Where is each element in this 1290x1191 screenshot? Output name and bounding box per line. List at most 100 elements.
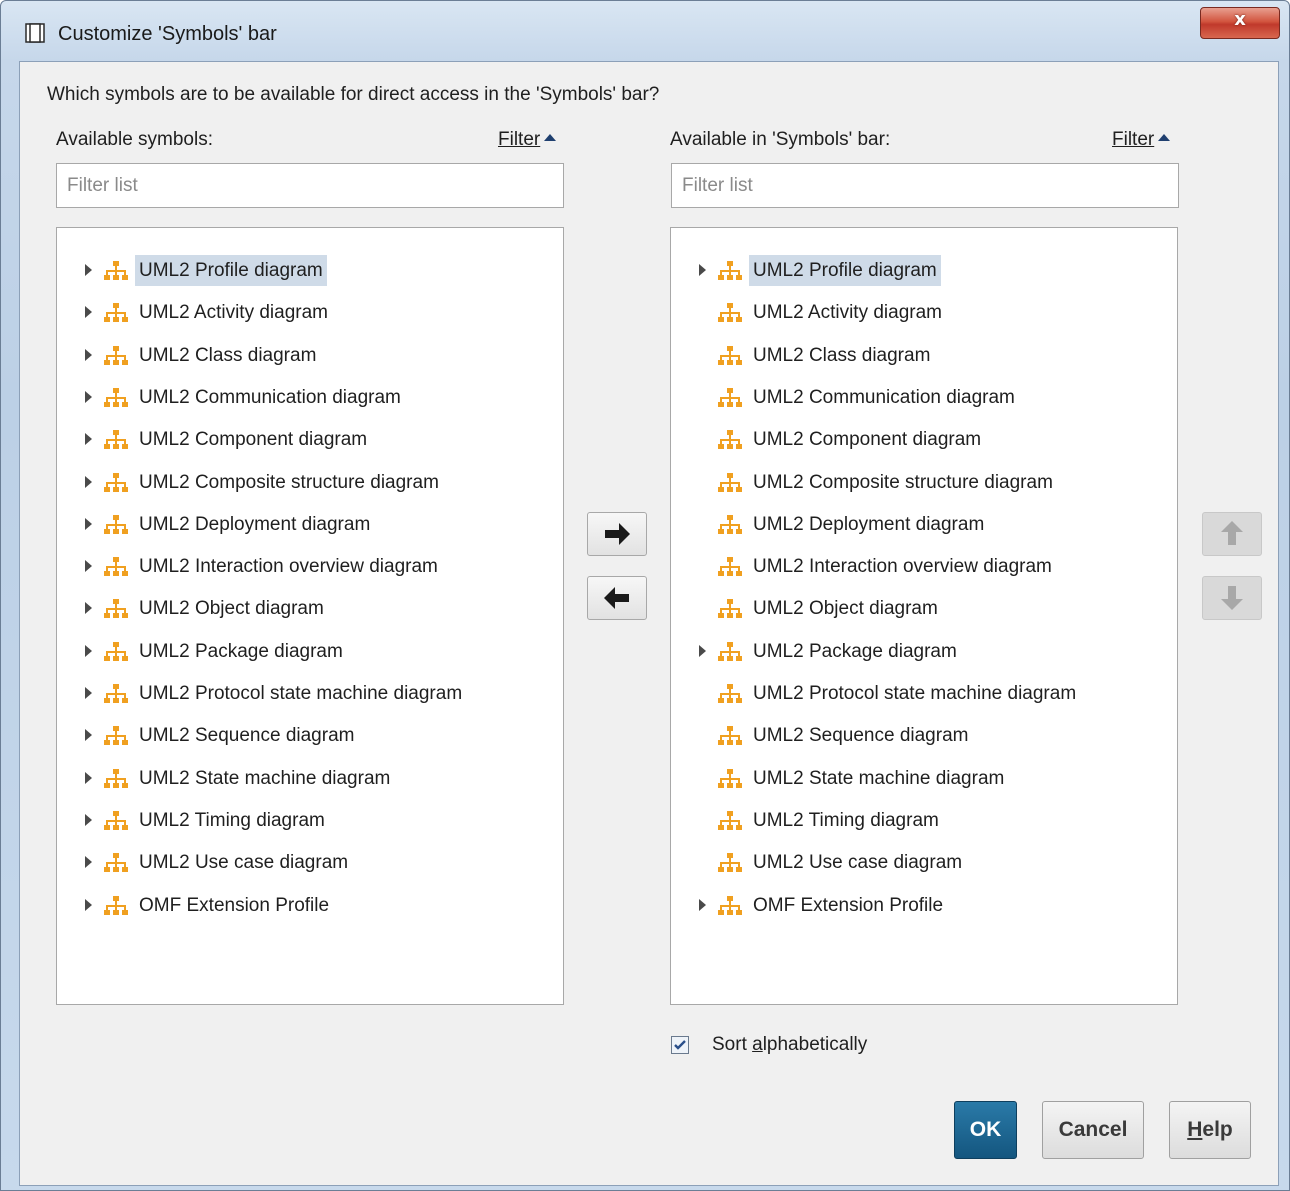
expand-triangle-icon[interactable]: [85, 560, 92, 573]
left-filter-input[interactable]: [56, 163, 564, 208]
tree-item[interactable]: UML2 Timing diagram: [671, 802, 1177, 838]
expand-triangle-icon[interactable]: [85, 517, 92, 530]
tree-item[interactable]: UML2 Protocol state machine diagram: [57, 675, 563, 711]
expand-triangle-icon[interactable]: [699, 644, 706, 657]
add-to-bar-button[interactable]: [587, 512, 647, 556]
tree-item[interactable]: UML2 State machine diagram: [671, 760, 1177, 796]
diagram-hierarchy-icon: [718, 853, 742, 873]
tree-item[interactable]: OMF Extension Profile: [57, 887, 563, 923]
available-in-bar-tree[interactable]: UML2 Profile diagram UML2 Activity diagra…: [670, 227, 1178, 1005]
diagram-hierarchy-icon: [104, 557, 128, 577]
title-bar[interactable]: Customize 'Symbols' bar x: [1, 1, 1289, 63]
sort-alphabetically-label[interactable]: Sort alphabetically: [712, 1034, 867, 1056]
expand-triangle-icon[interactable]: [85, 856, 92, 869]
diagram-hierarchy-icon: [718, 599, 742, 619]
tree-item[interactable]: UML2 Package diagram: [671, 633, 1177, 669]
expand-triangle-icon[interactable]: [699, 264, 706, 276]
tree-item[interactable]: UML2 Deployment diagram: [57, 506, 563, 542]
right-filter-input[interactable]: [671, 163, 1179, 208]
diagram-hierarchy-icon: [104, 641, 128, 661]
tree-item[interactable]: UML2 Component diagram: [57, 421, 563, 457]
help-label-rest: elp: [1202, 1118, 1233, 1141]
tree-item[interactable]: UML2 Timing diagram: [57, 802, 563, 838]
tree-item[interactable]: UML2 Sequence diagram: [57, 717, 563, 753]
expand-triangle-icon[interactable]: [699, 898, 706, 911]
tree-item[interactable]: UML2 Object diagram: [57, 590, 563, 626]
arrow-up-icon: [1221, 521, 1243, 545]
tree-item[interactable]: UML2 Class diagram: [57, 337, 563, 373]
expand-triangle-icon[interactable]: [85, 644, 92, 657]
tree-item[interactable]: UML2 Deployment diagram: [671, 506, 1177, 542]
tree-item-label: UML2 Composite structure diagram: [139, 471, 439, 493]
expand-triangle-icon[interactable]: [85, 348, 92, 361]
tree-item[interactable]: UML2 Communication diagram: [671, 379, 1177, 415]
expand-triangle-icon[interactable]: [85, 687, 92, 699]
expand-triangle-icon[interactable]: [85, 433, 92, 446]
diagram-hierarchy-icon: [718, 303, 742, 323]
diagram-hierarchy-icon: [718, 345, 742, 365]
diagram-hierarchy-icon: [104, 684, 128, 703]
tree-item[interactable]: UML2 Activity diagram: [671, 294, 1177, 330]
tree-item[interactable]: UML2 Component diagram: [671, 421, 1177, 457]
window-icon: [25, 23, 45, 43]
expand-triangle-icon[interactable]: [85, 264, 92, 276]
close-button[interactable]: x: [1200, 7, 1280, 39]
tree-item[interactable]: UML2 Activity diagram: [57, 294, 563, 330]
left-filter-link[interactable]: Filter: [498, 129, 557, 151]
diagram-hierarchy-icon: [104, 261, 128, 280]
tree-item[interactable]: UML2 Communication diagram: [57, 379, 563, 415]
cancel-button[interactable]: Cancel: [1042, 1101, 1144, 1159]
tree-item[interactable]: UML2 State machine diagram: [57, 760, 563, 796]
sort-label-mnemonic: a: [752, 1034, 763, 1055]
expand-triangle-icon[interactable]: [85, 813, 92, 826]
diagram-hierarchy-icon: [718, 895, 742, 915]
available-symbols-tree[interactable]: UML2 Profile diagram UML2 Activity diagra…: [56, 227, 564, 1005]
remove-from-bar-button[interactable]: [587, 576, 647, 620]
expand-triangle-icon[interactable]: [85, 602, 92, 615]
tree-item-label: UML2 State machine diagram: [139, 767, 391, 789]
tree-item[interactable]: UML2 Interaction overview diagram: [57, 548, 563, 584]
diagram-hierarchy-icon: [104, 810, 128, 830]
window-title: Customize 'Symbols' bar: [58, 23, 277, 45]
diagram-hierarchy-icon: [718, 768, 742, 788]
expand-triangle-icon[interactable]: [85, 729, 92, 742]
move-down-button[interactable]: [1202, 576, 1262, 620]
tree-item[interactable]: UML2 Profile diagram: [57, 252, 563, 288]
expand-triangle-icon[interactable]: [85, 898, 92, 911]
sort-alphabetically-checkbox[interactable]: [671, 1036, 689, 1054]
tree-item[interactable]: UML2 Use case diagram: [671, 844, 1177, 880]
expand-triangle-icon[interactable]: [85, 771, 92, 784]
close-icon: x: [1234, 9, 1246, 30]
tree-item-label: UML2 Class diagram: [139, 344, 317, 366]
tree-item-label: UML2 Interaction overview diagram: [753, 556, 1052, 578]
tree-item[interactable]: UML2 Composite structure diagram: [57, 464, 563, 500]
arrow-right-icon: [605, 523, 630, 545]
tree-item-label: UML2 Communication diagram: [753, 386, 1015, 408]
diagram-hierarchy-icon: [104, 472, 128, 492]
tree-item[interactable]: OMF Extension Profile: [671, 887, 1177, 923]
tree-item-label: UML2 Interaction overview diagram: [139, 556, 438, 578]
tree-item-label: UML2 Component diagram: [139, 429, 368, 451]
tree-item-label: UML2 Protocol state machine diagram: [139, 683, 463, 704]
dialog-question: Which symbols are to be available for di…: [47, 84, 660, 105]
tree-item[interactable]: UML2 Composite structure diagram: [671, 464, 1177, 500]
move-up-button[interactable]: [1202, 512, 1262, 556]
ok-button[interactable]: OK: [954, 1101, 1017, 1159]
diagram-hierarchy-icon: [104, 599, 128, 619]
diagram-hierarchy-icon: [718, 726, 742, 746]
right-filter-link[interactable]: Filter: [1112, 129, 1171, 151]
tree-item[interactable]: UML2 Interaction overview diagram: [671, 548, 1177, 584]
help-button[interactable]: Help: [1169, 1101, 1251, 1159]
tree-item[interactable]: UML2 Class diagram: [671, 337, 1177, 373]
tree-item[interactable]: UML2 Object diagram: [671, 590, 1177, 626]
tree-item[interactable]: UML2 Protocol state machine diagram: [671, 675, 1177, 711]
expand-triangle-icon[interactable]: [85, 306, 92, 319]
available-symbols-label: Available symbols:: [56, 129, 214, 150]
tree-item[interactable]: UML2 Package diagram: [57, 633, 563, 669]
tree-item[interactable]: UML2 Use case diagram: [57, 844, 563, 880]
expand-triangle-icon[interactable]: [85, 475, 92, 488]
expand-triangle-icon[interactable]: [85, 390, 92, 403]
sort-label-part: Sort: [712, 1034, 753, 1055]
tree-item[interactable]: UML2 Sequence diagram: [671, 717, 1177, 753]
tree-item[interactable]: UML2 Profile diagram: [671, 252, 1177, 288]
